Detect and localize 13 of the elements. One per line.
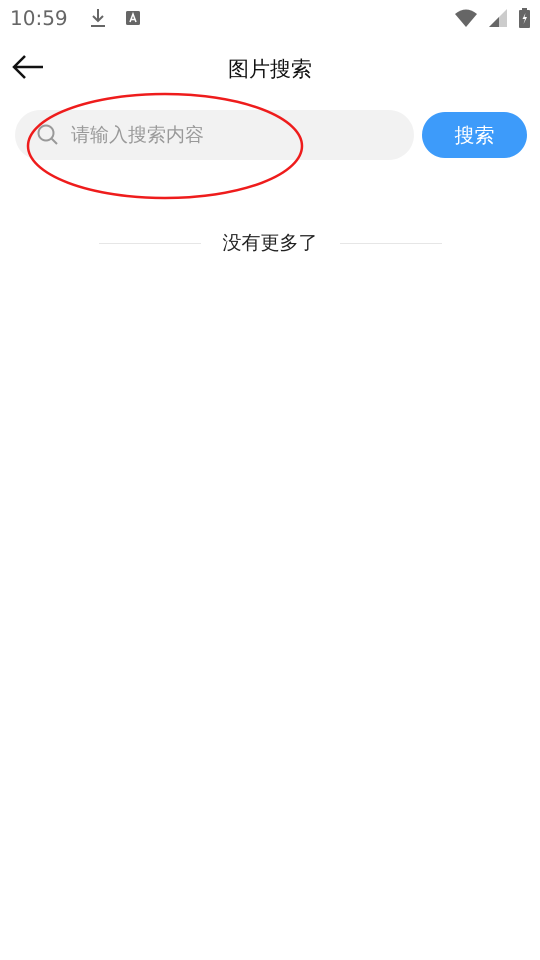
wifi-icon: [455, 9, 477, 27]
back-arrow-icon: [12, 55, 44, 79]
battery-charging-icon: [519, 8, 530, 28]
download-icon: [90, 8, 106, 28]
notification-icon: [126, 11, 140, 25]
search-icon: [37, 124, 59, 146]
page-title: 图片搜索: [228, 56, 312, 83]
end-of-list-message: 没有更多了: [222, 231, 318, 256]
status-time: 10:59: [10, 6, 68, 30]
search-field[interactable]: 请输入搜索内容: [15, 110, 414, 160]
back-button[interactable]: [12, 55, 44, 79]
search-button[interactable]: 搜索: [422, 112, 527, 158]
signal-icon: [489, 9, 507, 27]
